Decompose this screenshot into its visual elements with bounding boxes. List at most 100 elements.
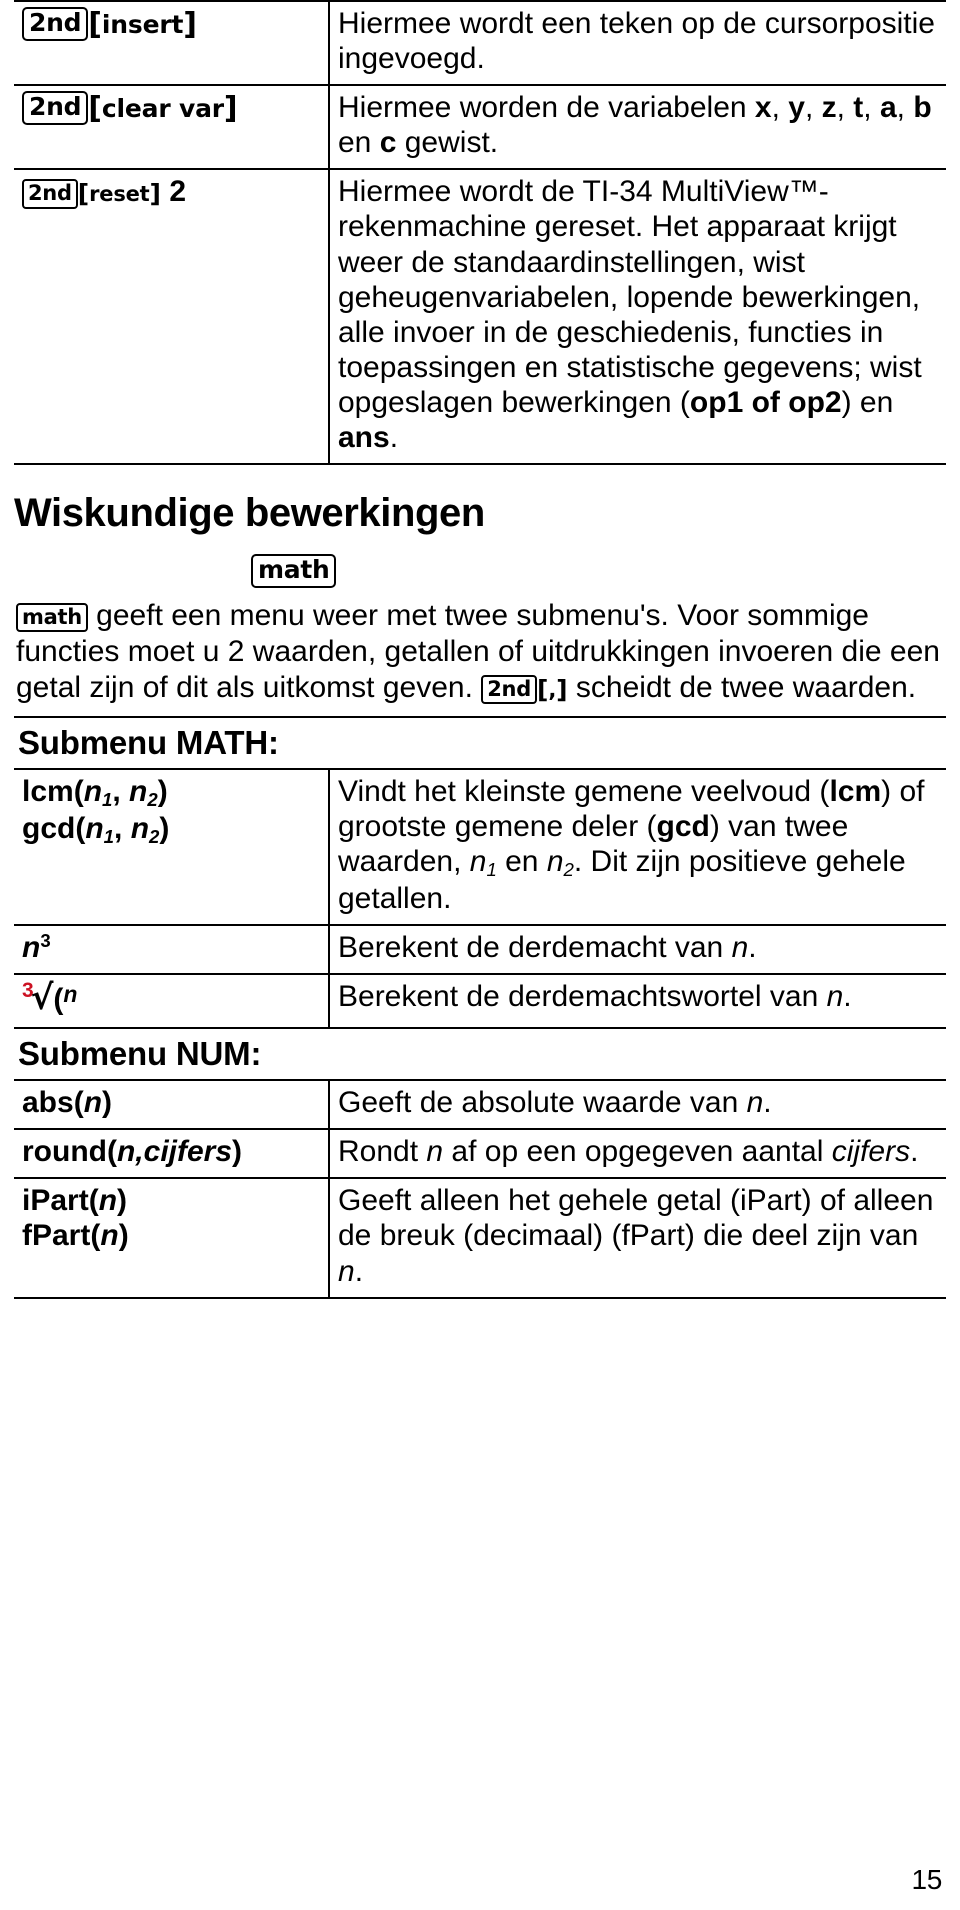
table-row: round(n,cijfers) Rondt n af op een opgeg… <box>14 1128 946 1179</box>
stored-ops-emphasis: op1 of op2 <box>689 385 842 419</box>
arg-n: n <box>83 774 103 808</box>
section-title: Wiskundige bewerkingen <box>14 491 485 536</box>
radical-sign-icon: √ <box>30 978 54 1019</box>
arg-n: n <box>826 980 844 1014</box>
key-sequence-2nd-comma: 2nd [,] <box>481 671 568 705</box>
bracket-close-icon: ] <box>183 7 197 42</box>
section-intro-paragraph: math geeft een menu weer met twee submen… <box>14 598 946 706</box>
sep: en <box>338 126 380 160</box>
submenu-num-table: abs(n) Geeft de absolute waarde van n. r… <box>14 1079 946 1299</box>
arg-n: n <box>83 1086 103 1120</box>
arg-n: n <box>338 1254 355 1288</box>
key-reset-suffix: 2 <box>169 175 186 209</box>
arg-n: n <box>98 1184 118 1218</box>
fpart-ref: fPart <box>621 1219 685 1253</box>
key-2nd-icon: 2nd <box>22 91 89 125</box>
description-text: Hiermee wordt een teken op de cursorposi… <box>338 7 935 76</box>
submenu-num-heading: Submenu NUM: <box>18 1035 262 1073</box>
bracket-close-icon: ] <box>223 91 238 127</box>
function-cell: abs(n) <box>14 1079 330 1130</box>
arg-n: n <box>130 811 150 845</box>
function-cell: n3 <box>14 924 330 975</box>
function-fpart: fPart(n) <box>22 1219 129 1253</box>
table-row: 2nd [insert] Hiermee wordt een teken op d… <box>14 0 946 86</box>
table-row: 2nd [reset] 2 Hiermee wordt de TI-34 Mult… <box>14 168 946 466</box>
function-lcm: lcm(n1, n2) <box>22 774 168 811</box>
description-cell: Berekent de derdemacht van n. <box>329 924 946 975</box>
description-cell: Berekent de derdemachtswortel van n. <box>329 973 946 1030</box>
key-math-icon: math <box>251 554 337 588</box>
key-2nd-icon: 2nd <box>22 7 89 41</box>
manual-page: 2nd [insert] Hiermee wordt een teken op d… <box>0 0 960 1910</box>
key-sequence-2nd-insert: 2nd [insert] <box>22 7 197 42</box>
arg-n: n <box>22 931 41 965</box>
function-cell: 3√(n <box>14 973 330 1030</box>
arg-cijfers: cijfers <box>831 1135 911 1169</box>
key-reference-table: 2nd [insert] Hiermee wordt een teken op d… <box>14 0 946 466</box>
table-row: iPart(n) fPart(n) Geeft alleen het gehel… <box>14 1177 946 1299</box>
arg-n: n <box>426 1135 444 1169</box>
sep: , <box>896 91 914 125</box>
description-cell: Geeft de absolute waarde van n. <box>329 1079 946 1130</box>
description-text: Hiermee worden de variabelen <box>338 91 755 125</box>
arg-n: n <box>746 1086 764 1120</box>
description-cell: Vindt het kleinste gemene veelvoud (lcm)… <box>329 767 946 926</box>
bracket-open-icon: [ <box>88 91 102 127</box>
table-row: 2nd [clear var] Hiermee worden de variabe… <box>14 84 946 170</box>
variable-t: t <box>853 91 864 125</box>
bracket-close-icon: ] <box>149 179 161 209</box>
arg-n-cijfers: n,cijfers <box>116 1135 233 1169</box>
gcd-emphasis: gcd <box>656 809 710 843</box>
arg-n: n <box>85 811 104 845</box>
variable-a: a <box>879 91 897 125</box>
lcm-emphasis: lcm <box>829 774 882 808</box>
function-name: abs <box>22 1086 74 1120</box>
submenu-math-table: lcm(n1, n2) gcd(n1, n2) Vindt het kleins… <box>14 767 946 1030</box>
arg-n: n <box>100 1219 119 1253</box>
arg-n: n <box>469 845 487 879</box>
key-cell: 2nd [insert] <box>14 0 330 86</box>
arg-index: 1 <box>102 789 113 811</box>
bracket-open-icon: [ <box>88 7 102 42</box>
arg-index: 2 <box>149 826 160 848</box>
description-cell: Geeft alleen het gehele getal (iPart) of… <box>329 1177 946 1299</box>
arg-index: 2 <box>147 789 158 811</box>
variable-z: z <box>821 91 837 125</box>
arg-index: 1 <box>103 826 115 848</box>
function-cell: iPart(n) fPart(n) <box>14 1177 330 1299</box>
description-cell: Hiermee wordt de TI-34 MultiView™-rekenm… <box>329 168 946 466</box>
key-sequence-2nd-clear-var: 2nd [clear var] <box>22 91 238 127</box>
key-2nd-icon: 2nd <box>481 674 537 705</box>
key-insert-label: insert <box>101 10 184 39</box>
key-cell: 2nd [clear var] <box>14 84 330 170</box>
bracket-close-icon: ] <box>556 674 568 704</box>
arg-index: 1 <box>486 859 497 881</box>
table-row: abs(n) Geeft de absolute waarde van n. <box>14 1079 946 1130</box>
description-cell: Hiermee worden de variabelen x, y, z, t,… <box>329 84 946 170</box>
arg-n: n <box>546 845 564 879</box>
table-row: lcm(n1, n2) gcd(n1, n2) Vindt het kleins… <box>14 767 946 926</box>
intro-text-2: scheidt de twee waarden. <box>567 670 917 704</box>
function-cell: round(n,cijfers) <box>14 1128 330 1179</box>
function-name: iPart <box>22 1184 89 1218</box>
table-row: n3 Berekent de derdemacht van n. <box>14 924 946 975</box>
ipart-ref: iPart <box>739 1184 802 1218</box>
description-cell: Hiermee wordt een teken op de cursorposi… <box>329 0 946 86</box>
sep: , <box>771 91 789 125</box>
exponent-3: 3 <box>40 930 51 952</box>
paren-open: ( <box>53 983 64 1017</box>
submenu-math-heading: Submenu MATH: <box>18 723 279 761</box>
description-text: Hiermee wordt de TI-34 MultiView™-rekenm… <box>338 175 922 419</box>
variable-x: x <box>754 91 772 125</box>
cube-root-icon: 3√(n <box>22 979 78 1019</box>
bracket-open-icon: [ <box>536 674 549 704</box>
bracket-open-icon: [ <box>77 179 90 209</box>
math-key-illustration: math <box>14 554 946 588</box>
ans-emphasis: ans <box>338 421 390 455</box>
variable-y: y <box>788 91 805 125</box>
arg-n: n <box>731 931 749 965</box>
function-cell: lcm(n1, n2) gcd(n1, n2) <box>14 767 330 926</box>
arg-n: n <box>63 981 78 1008</box>
function-name: lcm <box>22 774 74 808</box>
key-comma-label: , <box>548 677 557 702</box>
